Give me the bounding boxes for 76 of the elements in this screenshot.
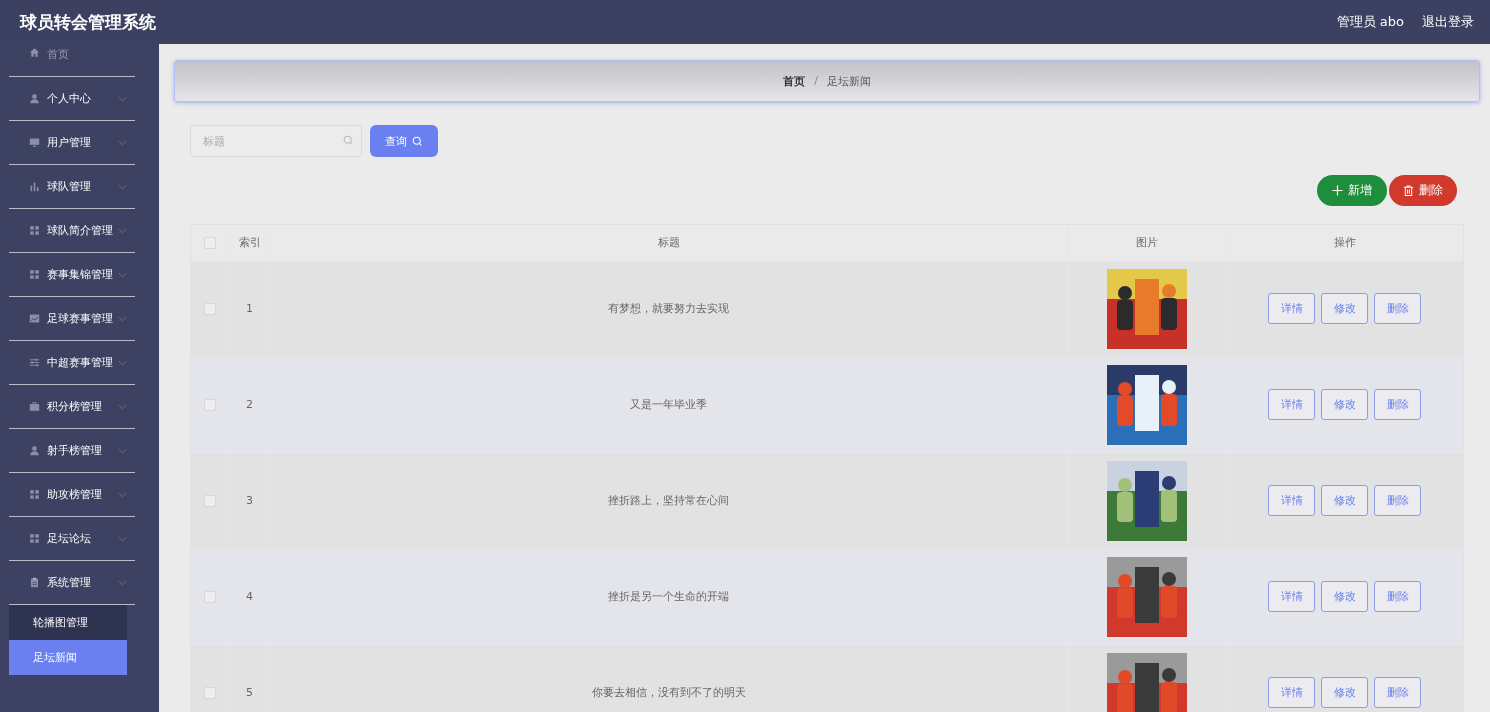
menu-item[interactable]: 积分榜管理 (9, 385, 135, 429)
chevron-icon (118, 316, 127, 322)
menu-item[interactable]: 球队简介管理 (9, 209, 135, 253)
edit-button[interactable]: 修改 (1321, 677, 1368, 708)
user-icon (29, 445, 40, 456)
edit-button[interactable]: 修改 (1321, 485, 1368, 516)
delete-button[interactable]: 删除 (1374, 677, 1421, 708)
menu-item[interactable]: 足坛论坛 (9, 517, 135, 561)
menu-item[interactable]: 赛事集锦管理 (9, 253, 135, 297)
briefcase-icon (29, 401, 40, 412)
checkbox[interactable] (204, 398, 216, 411)
edit-button[interactable]: 修改 (1321, 581, 1368, 612)
checkbox[interactable] (204, 302, 216, 315)
submenu-item[interactable]: 轮播图管理 (9, 605, 127, 640)
menu-item[interactable]: 首页 (9, 44, 135, 77)
breadcrumb-separator: / (814, 73, 818, 89)
chevron-icon (118, 272, 127, 278)
detail-button[interactable]: 详情 (1268, 581, 1315, 612)
chevron-icon (118, 96, 127, 102)
menu-item[interactable]: 用户管理 (9, 121, 135, 165)
sliders-icon (29, 357, 40, 368)
menu-item[interactable]: 助攻榜管理 (9, 473, 135, 517)
detail-button[interactable]: 详情 (1268, 677, 1315, 708)
monitor-icon (29, 137, 40, 148)
menu-item[interactable]: 中超赛事管理 (9, 341, 135, 385)
table-cell: 你要去相信，没有到不了的明天 (270, 645, 1068, 712)
logout-link[interactable]: 退出登录 (1422, 13, 1474, 31)
edit-button[interactable]: 修改 (1321, 389, 1368, 420)
line-chart-icon (29, 313, 40, 324)
grid-icon (29, 269, 40, 280)
grid-icon (29, 225, 40, 236)
add-button[interactable]: 新增 (1317, 175, 1387, 206)
column-header: 操作 (1332, 235, 1357, 251)
chevron-icon (118, 360, 127, 366)
chevron-icon (118, 580, 127, 586)
menu-item[interactable]: 球队管理 (9, 165, 135, 209)
delete-button[interactable]: 删除 (1374, 293, 1421, 324)
menu-item[interactable]: 足球赛事管理 (9, 297, 135, 341)
detail-button[interactable]: 详情 (1268, 293, 1315, 324)
checkbox[interactable] (204, 494, 216, 507)
checkbox[interactable] (204, 590, 216, 603)
delete-button[interactable]: 删除 (1374, 389, 1421, 420)
trash-icon (1403, 185, 1414, 196)
delete-button[interactable]: 删除 (1389, 175, 1457, 206)
plus-icon (1332, 185, 1343, 196)
detail-button[interactable]: 详情 (1268, 389, 1315, 420)
breadcrumb-item[interactable]: 首页 (783, 73, 806, 89)
chevron-icon (118, 184, 127, 190)
chevron-icon (118, 140, 127, 146)
search-icon (412, 135, 423, 147)
checkbox[interactable] (204, 236, 216, 249)
home-icon (29, 47, 40, 58)
menu-item[interactable]: 个人中心 (9, 77, 135, 121)
clipboard-icon (29, 577, 40, 588)
delete-button[interactable]: 删除 (1374, 581, 1421, 612)
search-icon (343, 135, 354, 146)
edit-button[interactable]: 修改 (1321, 293, 1368, 324)
delete-button[interactable]: 删除 (1374, 485, 1421, 516)
checkbox[interactable] (204, 686, 216, 699)
user-label: 管理员 abo (1336, 13, 1404, 31)
breadcrumb-item: 足坛新闻 (826, 73, 871, 89)
chevron-icon (118, 404, 127, 410)
user-icon (29, 93, 40, 104)
chevron-icon (118, 448, 127, 454)
submenu-item[interactable]: 足坛新闻 (9, 640, 127, 675)
chevron-icon (118, 228, 127, 234)
grid-icon (29, 489, 40, 500)
search-button[interactable]: 查询 (370, 125, 438, 157)
grid-icon (29, 533, 40, 544)
menu-item[interactable]: 射手榜管理 (9, 429, 135, 473)
table-cell: 5 (230, 645, 270, 712)
bar-chart-icon (29, 181, 40, 192)
detail-button[interactable]: 详情 (1268, 485, 1315, 516)
app-title: 球员转会管理系统 (20, 10, 156, 34)
chevron-icon (118, 492, 127, 498)
chevron-icon (118, 536, 127, 542)
